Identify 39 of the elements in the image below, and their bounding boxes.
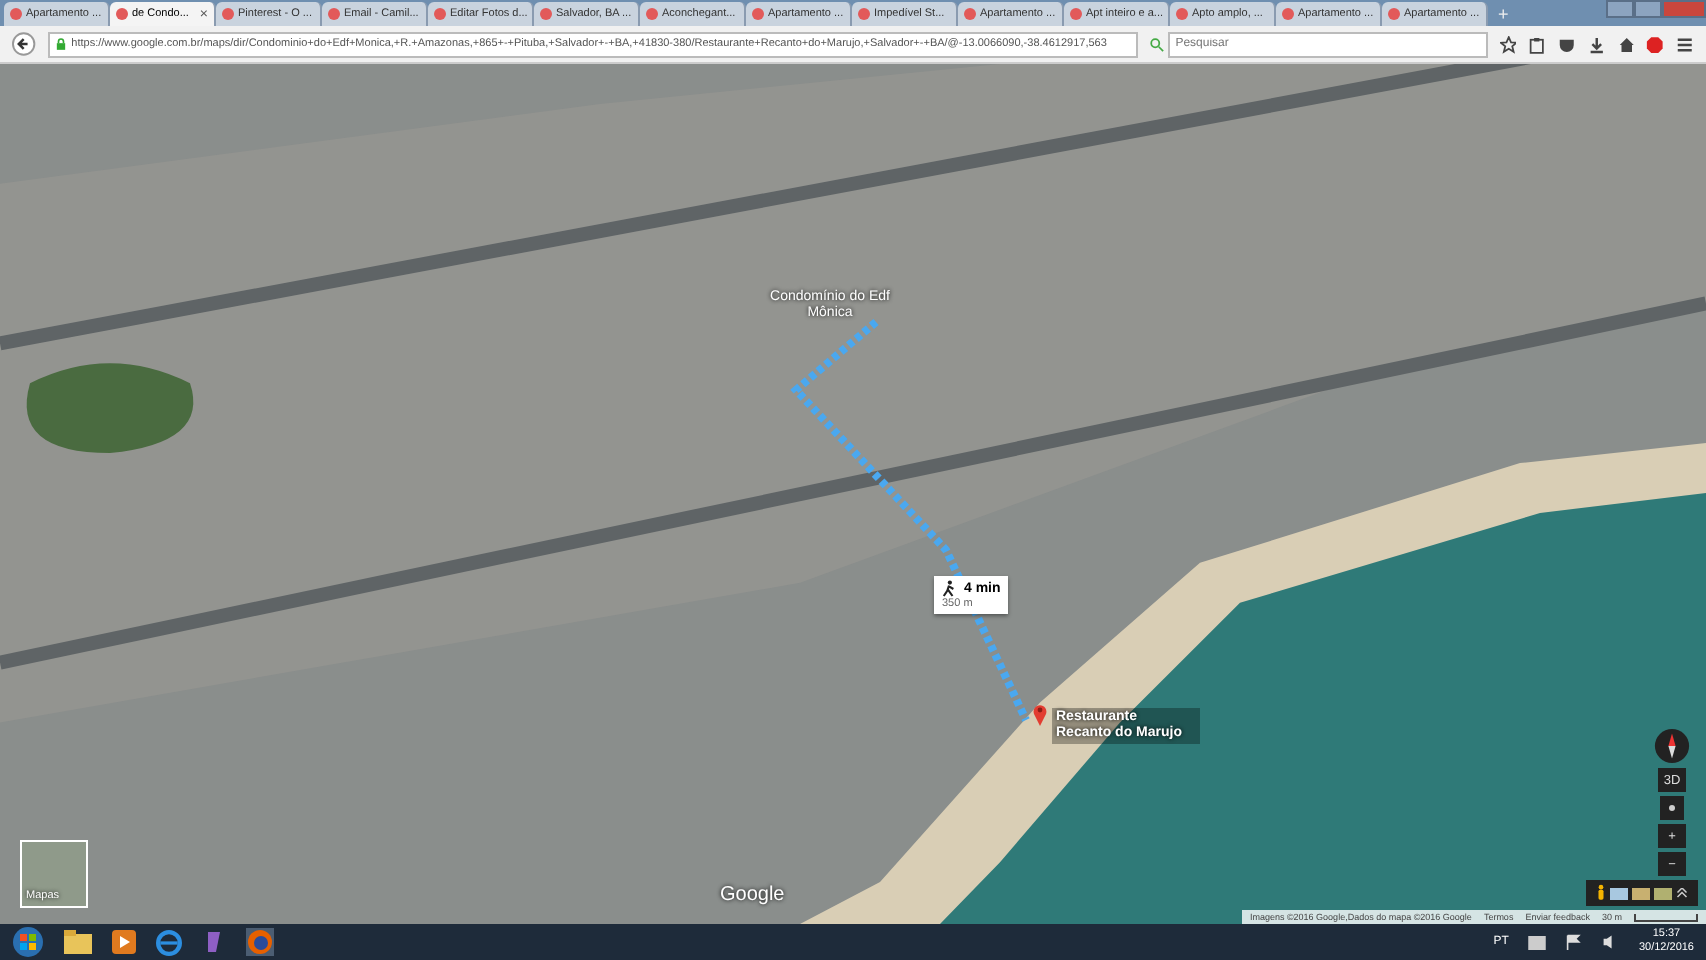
site-icon	[964, 8, 976, 20]
media-player-icon[interactable]	[112, 930, 136, 954]
site-icon	[1388, 8, 1400, 20]
site-icon	[328, 8, 340, 20]
site-icon	[1176, 8, 1188, 20]
browser-e-icon[interactable]	[156, 929, 182, 955]
home-icon[interactable]	[1617, 35, 1635, 53]
destination-pin-icon[interactable]	[1032, 702, 1048, 726]
site-icon	[858, 8, 870, 20]
site-icon	[540, 8, 552, 20]
site-icon	[10, 8, 22, 20]
app-icon[interactable]	[202, 930, 226, 954]
google-logo: Google	[720, 884, 785, 906]
compass-icon[interactable]	[1654, 728, 1690, 764]
site-icon	[752, 8, 764, 20]
menu-icon[interactable]	[1676, 35, 1694, 53]
keyboard-icon[interactable]	[1528, 935, 1547, 949]
site-icon	[434, 8, 446, 20]
start-button-icon[interactable]	[12, 926, 44, 958]
site-icon	[1070, 8, 1082, 20]
walking-person-icon	[942, 580, 956, 598]
site-icon	[646, 8, 658, 20]
clipboard-icon[interactable]	[1528, 35, 1547, 53]
rotate-icon[interactable]	[1660, 796, 1684, 820]
download-icon[interactable]	[1587, 35, 1606, 53]
pegman-icon[interactable]	[1596, 884, 1606, 902]
chevron-up-icon[interactable]	[1676, 887, 1688, 899]
scale-bar	[1634, 913, 1698, 921]
lock-icon	[55, 38, 66, 50]
flag-icon[interactable]	[1566, 934, 1583, 950]
site-icon	[1282, 8, 1294, 20]
site-icon	[116, 8, 128, 20]
pocket-icon[interactable]	[1558, 35, 1576, 53]
star-icon[interactable]	[1499, 35, 1517, 53]
stop-sign-icon[interactable]	[1646, 35, 1665, 53]
satellite-map-drawing[interactable]	[0, 64, 1706, 924]
search-icon	[1149, 37, 1164, 51]
folder-icon[interactable]	[64, 930, 92, 954]
site-icon	[222, 8, 234, 20]
